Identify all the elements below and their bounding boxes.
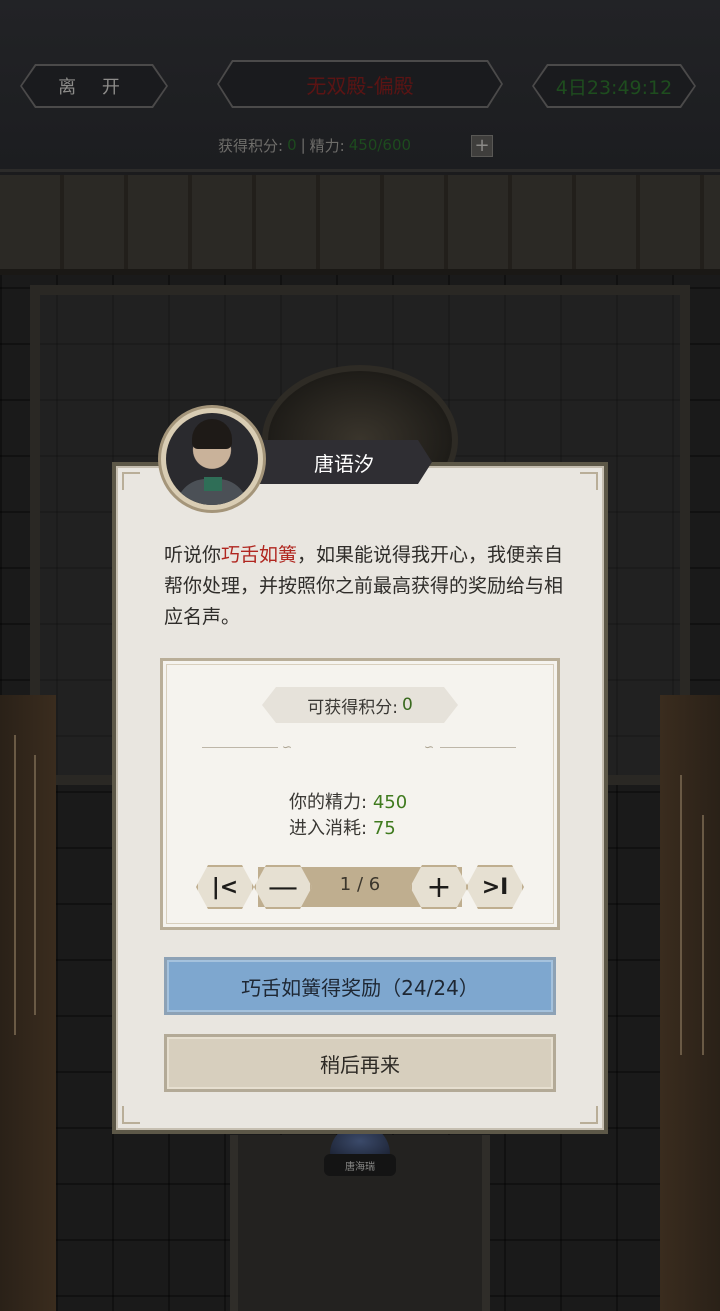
top-bar: 离 开 无双殿-偏殿 4日23:49:12 获得积分: 0 | 精力: 450/… [0,0,720,172]
spear-icon [34,755,36,1015]
npc-portrait [166,413,258,505]
plus-icon: + [426,869,452,905]
skip-first-icon: |< [211,874,239,900]
claim-reward-label: 巧舌如簧得奖励（24/24） [241,975,479,1000]
skip-last-icon: >I [481,874,509,900]
points-label: 获得积分: [218,136,284,155]
portrait-collar [204,477,222,491]
npc-name-badge: 唐海瑞 [324,1154,396,1176]
speech-text-start: 听说你 [164,544,222,566]
npc-portrait-frame [158,405,266,513]
stats-row: 获得积分: 0 | 精力: 450/600 [218,134,411,156]
come-back-later-label: 稍后再来 [320,1052,400,1077]
claim-reward-button[interactable]: 巧舌如簧得奖励（24/24） [164,957,556,1015]
dialog-speech: 听说你巧舌如簧，如果能说得我开心，我便亲自帮你处理，并按照你之前最高获得的奖励给… [164,540,564,633]
corner-ornament [122,1106,140,1124]
divider-right [440,747,516,748]
npc-name-plate: 唐语汐 [238,440,432,484]
obtainable-points: 可获得积分: 0 [262,687,458,723]
energy-info: 你的精力: 450 进入消耗: 75 [289,790,407,842]
spear-icon [702,815,704,1055]
increase-button[interactable]: + [410,865,468,909]
first-page-button[interactable]: |< [196,865,254,909]
your-energy-value: 450 [372,792,408,813]
energy-row: 你的精力: 450 [289,790,407,816]
minus-icon: — [268,869,298,905]
energy-label: 精力: [309,136,345,155]
leave-button[interactable]: 离 开 [22,66,166,106]
weapon-rack-right [660,695,720,1311]
divider-ornament-left: ∽ [282,740,293,754]
entry-cost-value: 75 [372,818,396,839]
your-energy-label: 你的精力: [289,792,368,813]
entry-cost-label: 进入消耗: [289,818,368,839]
corner-ornament [122,472,140,490]
weapon-rack-left [0,695,56,1311]
speech-highlight: 巧舌如簧 [221,544,298,566]
bow-icon [680,775,682,1055]
corner-ornament [580,1106,598,1124]
energy-value: 450/600 [348,136,412,154]
corner-ornament [580,472,598,490]
points-value: 0 [287,136,297,154]
cost-row: 进入消耗: 75 [289,816,407,842]
obtainable-points-label: 可获得积分: [307,697,398,718]
plus-icon: + [474,135,490,156]
stage-title: 无双殿-偏殿 [219,62,501,106]
divider-ornament-right: ∽ [424,740,435,754]
npc-name: 唐语汐 [314,451,374,476]
stats-separator: | [300,136,306,154]
page-indicator: 1 / 6 [339,874,381,895]
ceiling-beams [0,175,720,275]
last-page-button[interactable]: >I [466,865,524,909]
divider-left [202,747,278,748]
portrait-hair [192,419,232,449]
add-energy-button[interactable]: + [471,135,493,157]
spear-icon [14,735,16,1035]
obtainable-points-value: 0 [401,695,413,715]
countdown-timer: 4日23:49:12 [534,66,694,106]
come-back-later-button[interactable]: 稍后再来 [164,1034,556,1092]
decrease-button[interactable]: — [254,865,312,909]
